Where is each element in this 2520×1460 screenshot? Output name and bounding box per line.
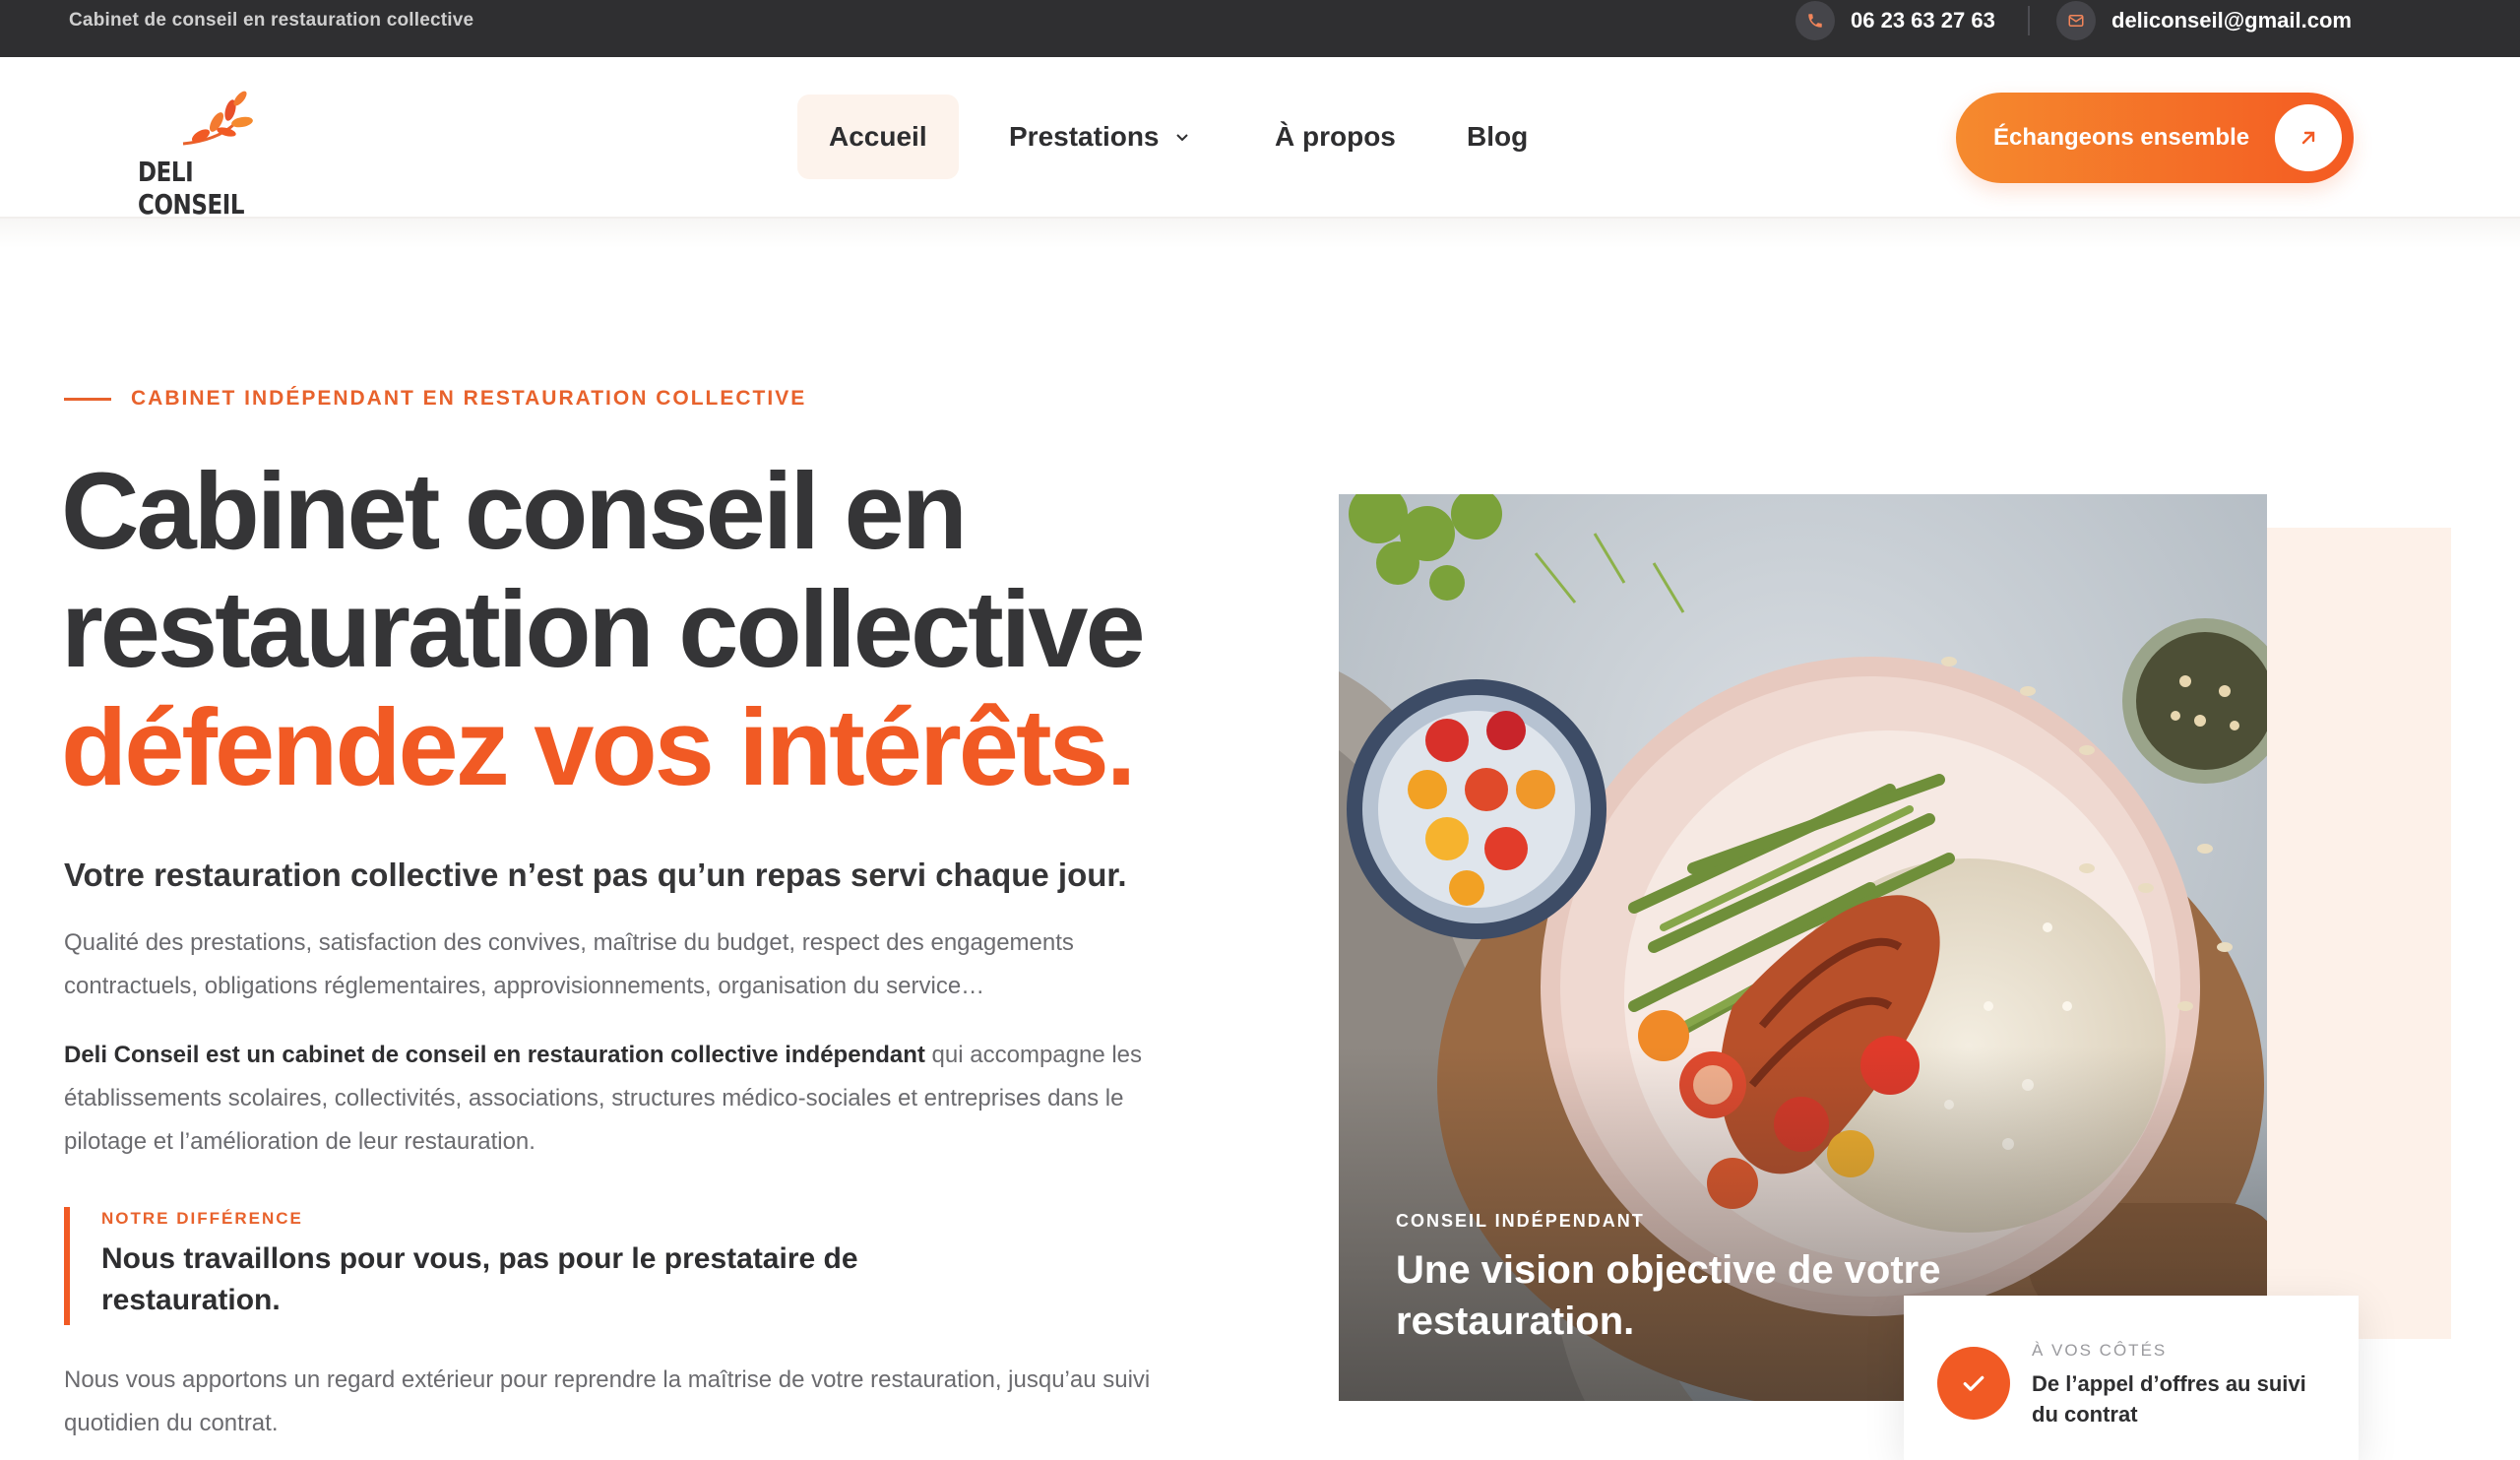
- hero-title-line1: Cabinet conseil en: [61, 451, 968, 572]
- mail-icon: [2056, 1, 2096, 40]
- nav-prestations[interactable]: Prestations: [977, 95, 1221, 179]
- nav-blog[interactable]: Blog: [1435, 95, 1559, 179]
- support-card: À VOS CÔTÉS De l’appel d’offres au suivi…: [1904, 1296, 2359, 1460]
- contact-cta-button[interactable]: Échangeons ensemble: [1956, 93, 2354, 183]
- support-card-label: À VOS CÔTÉS: [2032, 1341, 2168, 1360]
- arrow-up-right-icon: [2275, 104, 2342, 171]
- phone-number: 06 23 63 27 63: [1851, 8, 1995, 32]
- eyebrow-text: CABINET INDÉPENDANT EN RESTAURATION COLL…: [131, 387, 807, 410]
- chevron-down-icon: [1175, 127, 1189, 148]
- email-address: deliconseil@gmail.com: [2111, 8, 2352, 32]
- nav-about-label: À propos: [1275, 121, 1396, 152]
- top-bar-tagline: Cabinet de conseil en restauration colle…: [69, 10, 474, 31]
- top-bar-divider: [2028, 6, 2030, 35]
- email-link[interactable]: deliconseil@gmail.com: [2056, 0, 2352, 41]
- hero-paragraph-3: Nous vous apportons un regard extérieur …: [64, 1366, 1151, 1436]
- top-bar: Cabinet de conseil en restauration colle…: [0, 0, 2520, 57]
- nav-home-label: Accueil: [829, 121, 927, 152]
- leaf-logo-icon: [182, 91, 253, 146]
- quote-text: Nous travaillons pour vous, pas pour le …: [101, 1242, 858, 1316]
- food-photo: CONSEIL INDÉPENDANT Une vision objective…: [1339, 494, 2267, 1401]
- hero-title: Cabinet conseil en restauration collecti…: [61, 453, 1242, 807]
- hero-paragraph-2: Deli Conseil est un cabinet de conseil e…: [64, 1034, 1206, 1164]
- decorative-peach-block: [2244, 528, 2451, 1339]
- hero-paragraph-1: Qualité des prestations, satisfaction de…: [64, 929, 1074, 999]
- phone-icon: [1796, 1, 1835, 40]
- support-card-text: De l’appel d’offres au suivi du contrat: [2032, 1371, 2306, 1427]
- difference-quote: NOTRE DIFFÉRENCE Nous travaillons pour v…: [64, 1207, 950, 1325]
- phone-link[interactable]: 06 23 63 27 63: [1796, 0, 1995, 41]
- cta-label: Échangeons ensemble: [1993, 124, 2250, 151]
- check-icon: [1937, 1347, 2010, 1420]
- nav-prestations-label: Prestations: [1009, 121, 1160, 152]
- nav-home[interactable]: Accueil: [797, 95, 959, 179]
- quote-label: NOTRE DIFFÉRENCE: [101, 1209, 303, 1228]
- header-shadow: [0, 219, 2520, 248]
- hero-title-accent: défendez vos intérêts.: [61, 687, 1136, 808]
- photo-caption-label: CONSEIL INDÉPENDANT: [1396, 1211, 1645, 1231]
- photo-caption-title: Une vision objective de votre restaurati…: [1396, 1248, 1941, 1343]
- main-header: DELI CONSEIL Accueil Prestations À propo…: [0, 57, 2520, 221]
- hero-title-line2: restauration collective: [61, 569, 1146, 690]
- hero-eyebrow: CABINET INDÉPENDANT EN RESTAURATION COLL…: [64, 387, 806, 411]
- hero-lead: Votre restauration collective n’est pas …: [64, 857, 1127, 893]
- logo-wordmark: DELI CONSEIL: [138, 156, 245, 221]
- eyebrow-line: [64, 397, 111, 401]
- nav-blog-label: Blog: [1467, 121, 1529, 152]
- logo[interactable]: DELI CONSEIL: [138, 87, 295, 221]
- nav-about[interactable]: À propos: [1243, 95, 1427, 179]
- hero-paragraph-2-strong: Deli Conseil est un cabinet de conseil e…: [64, 1042, 925, 1068]
